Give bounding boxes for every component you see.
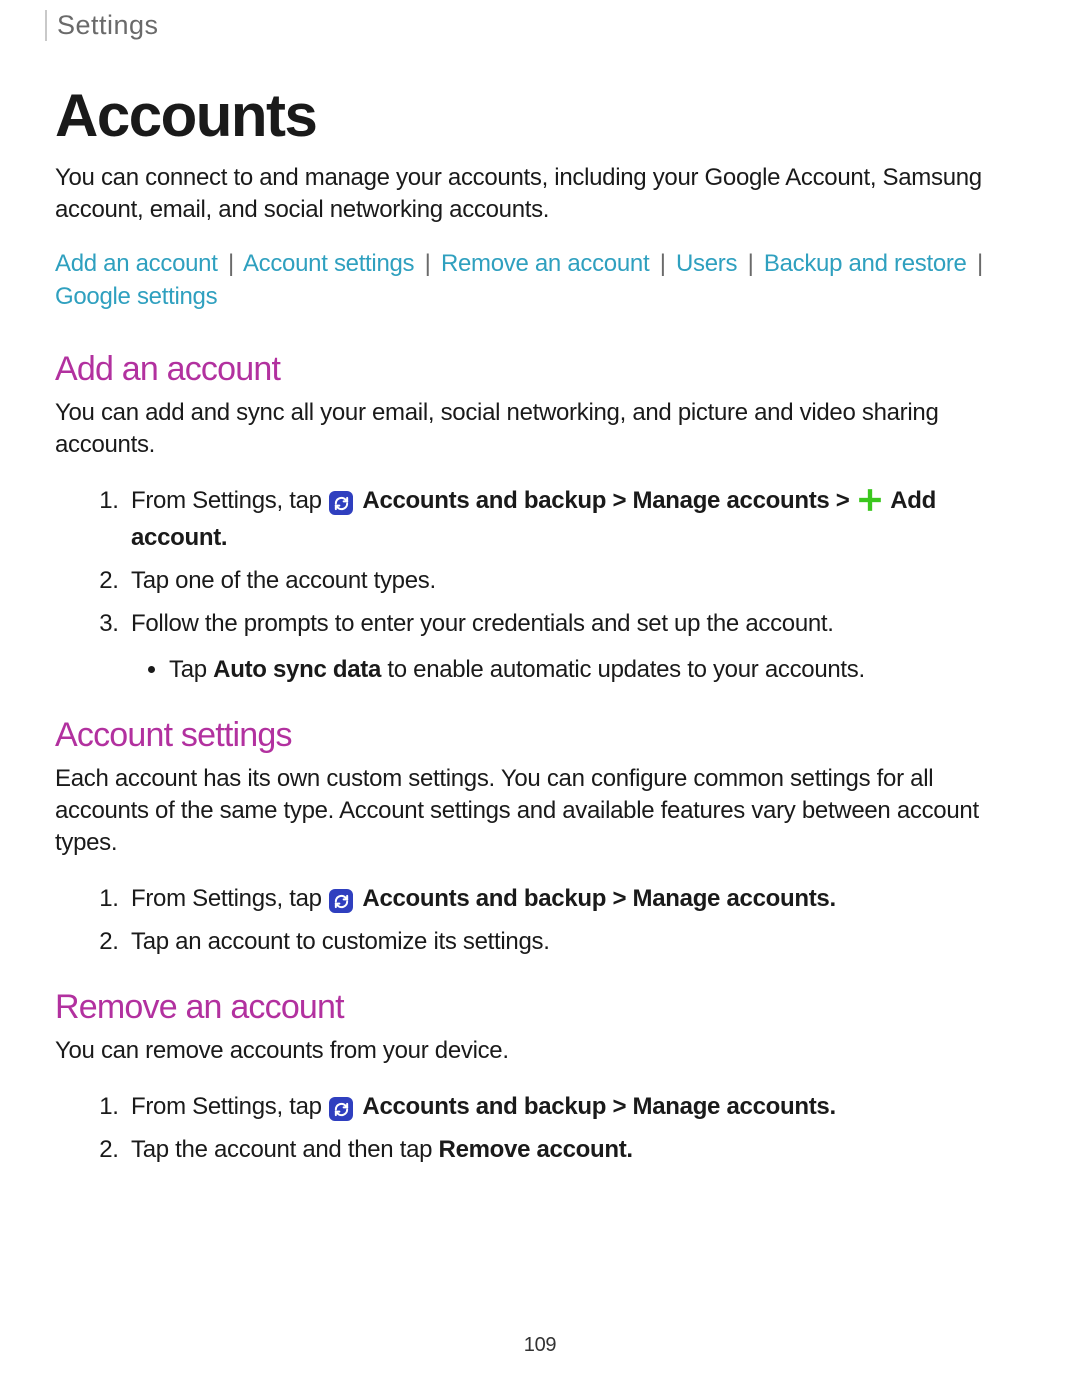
step-text: From Settings, tap	[131, 487, 328, 514]
link-remove-account[interactable]: Remove an account	[441, 250, 649, 277]
step-bold: Accounts and backup > Manage accounts	[362, 885, 829, 912]
quick-links: Add an account | Account settings | Remo…	[55, 247, 1025, 314]
sync-icon	[329, 1097, 353, 1121]
document-page: Settings Accounts You can connect to and…	[0, 0, 1080, 1397]
step-item: From Settings, tap Accounts and backup >…	[125, 1088, 1025, 1125]
step-item: Tap one of the account types.	[125, 562, 1025, 599]
breadcrumb-wrap: Settings	[45, 10, 1025, 41]
page-title: Accounts	[55, 81, 1025, 150]
link-backup-restore[interactable]: Backup and restore	[764, 250, 967, 277]
body-remove-account: You can remove accounts from your device…	[55, 1035, 1025, 1067]
step-bold: Accounts and backup > Manage accounts	[362, 1093, 829, 1120]
link-separator: |	[228, 250, 234, 277]
page-number: 109	[0, 1334, 1080, 1357]
intro-paragraph: You can connect to and manage your accou…	[55, 162, 1025, 227]
step-text: From Settings, tap	[131, 885, 328, 912]
step-text: Follow the prompts to enter your credent…	[131, 610, 834, 637]
sub-text: Tap	[169, 656, 213, 683]
step-item: From Settings, tap Accounts and backup >…	[125, 482, 1025, 556]
step-text: From Settings, tap	[131, 1093, 328, 1120]
link-account-settings[interactable]: Account settings	[243, 250, 414, 277]
step-bold: Accounts and backup > Manage accounts >	[362, 487, 855, 514]
steps-account-settings: From Settings, tap Accounts and backup >…	[55, 880, 1025, 960]
body-account-settings: Each account has its own custom settings…	[55, 763, 1025, 860]
breadcrumb: Settings	[57, 10, 159, 40]
link-separator: |	[660, 250, 666, 277]
link-separator: |	[977, 250, 983, 277]
link-add-account[interactable]: Add an account	[55, 250, 218, 277]
sub-bold: Auto sync data	[213, 656, 381, 683]
sub-text: to enable automatic updates to your acco…	[381, 656, 865, 683]
steps-add-account: From Settings, tap Accounts and backup >…	[55, 482, 1025, 688]
step-item: From Settings, tap Accounts and backup >…	[125, 880, 1025, 917]
link-separator: |	[748, 250, 754, 277]
step-bold: Remove account	[439, 1136, 627, 1163]
heading-account-settings: Account settings	[55, 716, 1025, 755]
steps-remove-account: From Settings, tap Accounts and backup >…	[55, 1088, 1025, 1168]
sync-icon	[329, 889, 353, 913]
link-separator: |	[425, 250, 431, 277]
body-add-account: You can add and sync all your email, soc…	[55, 397, 1025, 462]
step-item: Tap an account to customize its settings…	[125, 923, 1025, 960]
step-item: Follow the prompts to enter your credent…	[125, 605, 1025, 687]
link-users[interactable]: Users	[676, 250, 737, 277]
plus-icon	[857, 487, 883, 513]
sub-list: Tap Auto sync data to enable automatic u…	[131, 651, 1025, 688]
sub-item: Tap Auto sync data to enable automatic u…	[169, 651, 1025, 688]
heading-remove-account: Remove an account	[55, 988, 1025, 1027]
sync-icon	[329, 491, 353, 515]
step-text: Tap the account and then tap	[131, 1136, 439, 1163]
link-google-settings[interactable]: Google settings	[55, 283, 217, 310]
heading-add-account: Add an account	[55, 350, 1025, 389]
step-item: Tap the account and then tap Remove acco…	[125, 1131, 1025, 1168]
